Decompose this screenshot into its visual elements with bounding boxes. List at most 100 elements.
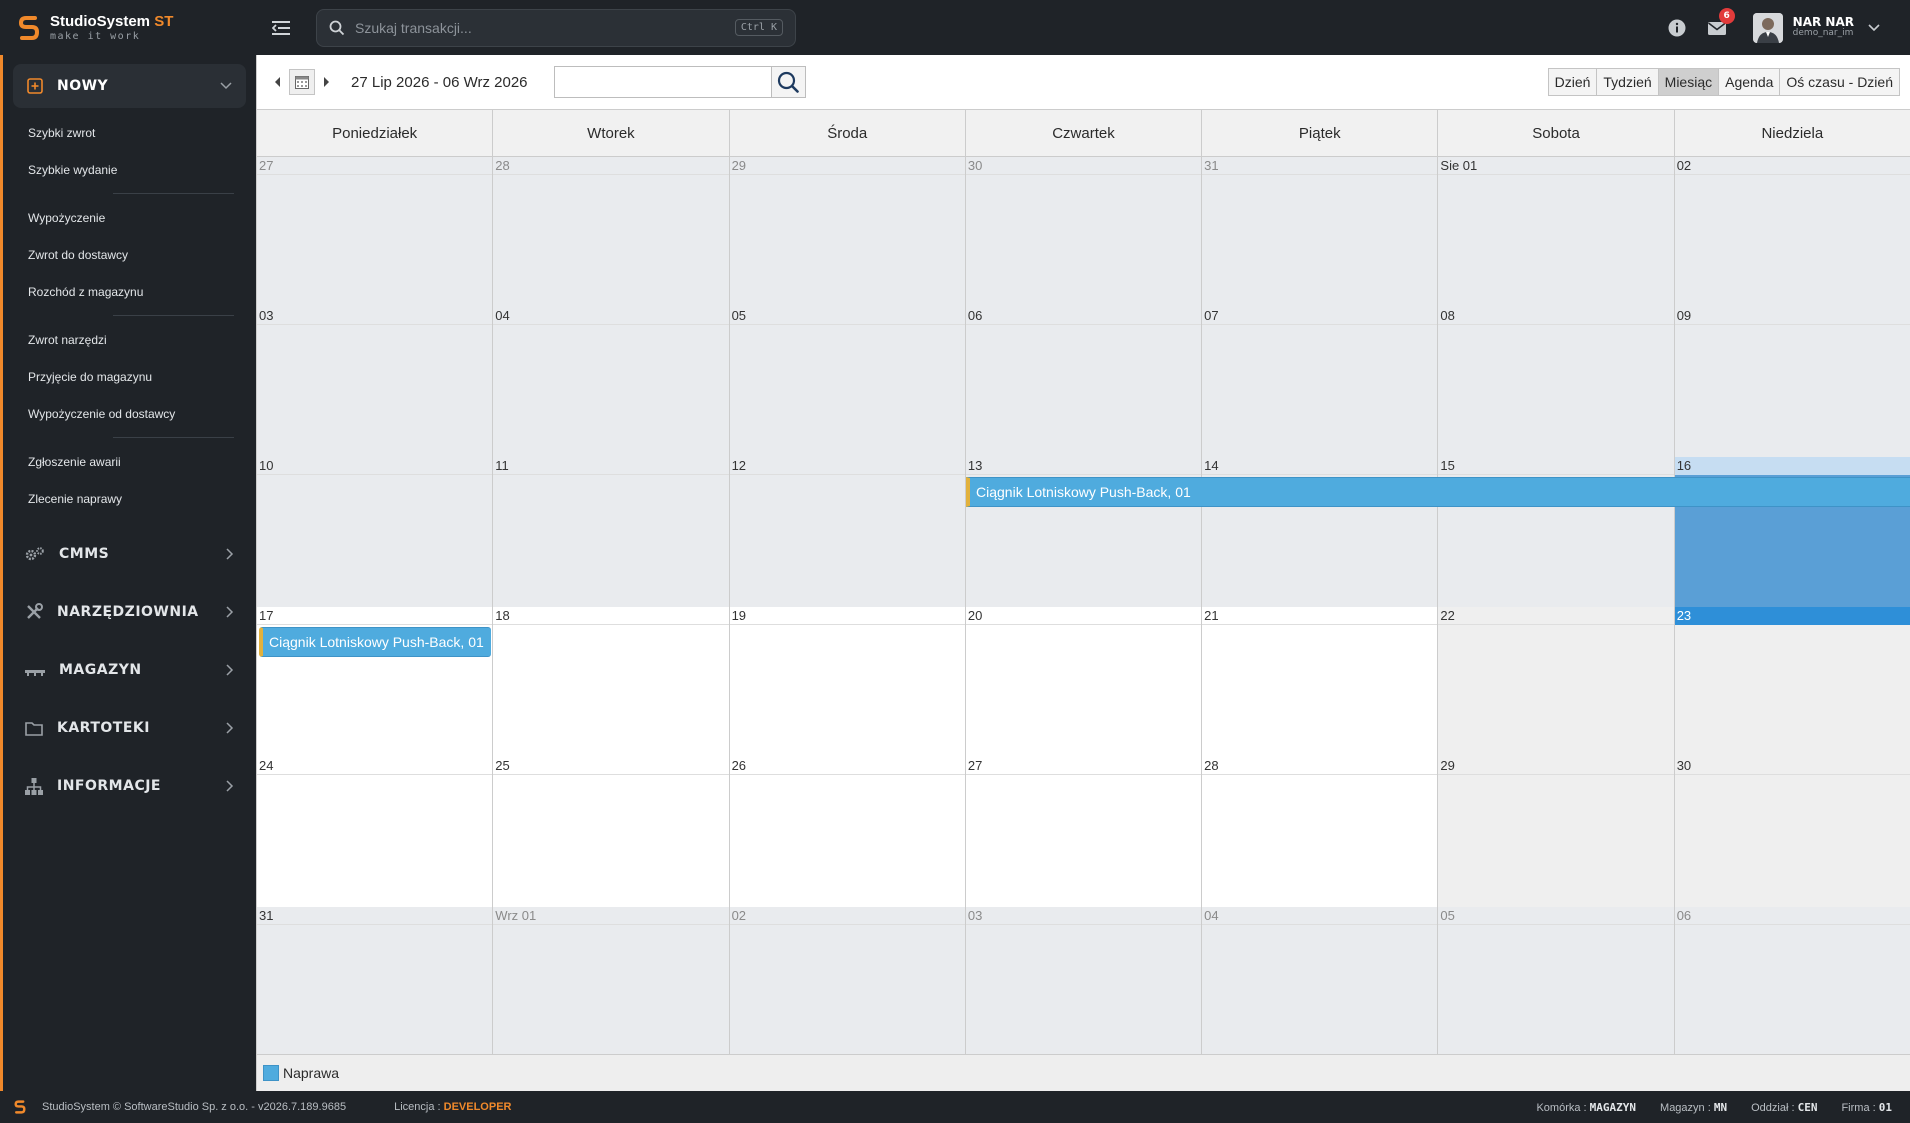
firma-value: 01 [1878, 1100, 1892, 1114]
komorka-value: MAGAZYN [1589, 1100, 1637, 1114]
day-cell[interactable]: 02 [1674, 157, 1910, 307]
day-number: 27 [257, 157, 493, 175]
day-cell[interactable]: 18 [493, 607, 730, 757]
view-timeline-day-button[interactable]: Oś czasu - Dzień [1779, 68, 1900, 96]
gears-icon [25, 547, 44, 561]
sidebar-item-szybkie-wydanie[interactable]: Szybkie wydanie [3, 151, 256, 188]
sidebar-item-wypozyczenie[interactable]: Wypożyczenie [3, 199, 256, 236]
day-number: 03 [965, 907, 1202, 925]
day-cell[interactable]: 22 [1438, 607, 1675, 757]
day-cell[interactable]: 26 [729, 757, 966, 907]
day-cell[interactable]: 12 [729, 457, 966, 607]
day-cell[interactable]: 27 [965, 757, 1203, 907]
previous-period-button[interactable] [267, 69, 289, 95]
view-day-button[interactable]: Dzień [1547, 68, 1598, 96]
sidebar-section-label: NOWY [57, 78, 109, 94]
week-row: 31 Wrz 01 02 03 04 05 06 [257, 907, 1910, 1057]
sidebar-item-narzedziownia[interactable]: NARZĘDZIOWNIA [3, 583, 256, 641]
day-number: 02 [1674, 157, 1910, 175]
day-number: 28 [1202, 757, 1438, 775]
magazyn-label: Magazyn : [1660, 1101, 1711, 1114]
day-cell[interactable]: 09 [1674, 307, 1910, 457]
info-icon [1668, 19, 1686, 36]
legend-swatch [263, 1065, 279, 1081]
sidebar-item-cmms[interactable]: CMMS [3, 525, 256, 583]
view-agenda-button[interactable]: Agenda [1718, 68, 1781, 96]
day-cell[interactable]: 28 [1202, 757, 1439, 907]
day-cell[interactable]: 29 [1438, 757, 1675, 907]
calendar-event[interactable]: Ciągnik Lotniskowy Push-Back, 01 [259, 627, 491, 657]
sidebar-item-label: CMMS [59, 546, 110, 562]
view-week-button[interactable]: Tydzień [1596, 68, 1659, 96]
transaction-search-input[interactable] [355, 19, 735, 36]
day-cell[interactable]: 04 [493, 307, 730, 457]
day-cell[interactable]: 02 [729, 907, 966, 1057]
weekday-header-cell: Niedziela [1675, 110, 1910, 156]
day-cell[interactable]: 05 [729, 307, 966, 457]
calendar-search-input[interactable] [553, 66, 772, 98]
sidebar-item-magazyn[interactable]: MAGAZYN [3, 641, 256, 699]
calendar-panel: 27 Lip 2026 - 06 Wrz 2026 Dzień Tydzień … [256, 55, 1910, 1091]
day-cell[interactable]: 06 [965, 307, 1203, 457]
day-cell[interactable]: 25 [493, 757, 730, 907]
sidebar-item-informacje[interactable]: INFORMACJE [3, 757, 256, 815]
footer-oddzial: Oddział : CEN [1751, 1101, 1817, 1114]
week-row: 03 04 05 06 07 08 09 [257, 307, 1910, 457]
transaction-search[interactable]: Ctrl K [316, 8, 796, 47]
day-cell[interactable]: 07 [1202, 307, 1439, 457]
next-period-button[interactable] [315, 69, 337, 95]
sidebar-item-przyjecie-do-magazynu[interactable]: Przyjęcie do magazynu [3, 358, 256, 395]
day-cell[interactable]: 31 [257, 907, 494, 1057]
sidebar-section-nowy[interactable]: NOWY [13, 64, 246, 108]
magazyn-value: MN [1713, 1100, 1728, 1114]
day-cell[interactable]: 29 [729, 157, 966, 307]
day-number: 04 [493, 307, 729, 325]
calendar-event[interactable]: Ciągnik Lotniskowy Push-Back, 01 [966, 477, 1910, 507]
day-cell[interactable]: 04 [1202, 907, 1439, 1057]
sidebar-item-zlecenie-naprawy[interactable]: Zlecenie naprawy [3, 480, 256, 517]
menu-toggle-button[interactable] [266, 13, 296, 43]
day-cell[interactable]: 28 [493, 157, 730, 307]
sidebar-item-szybki-zwrot[interactable]: Szybki zwrot [3, 114, 256, 151]
day-cell-today[interactable]: 23 [1674, 607, 1910, 757]
day-cell[interactable]: 27 [257, 157, 494, 307]
sidebar-main-nav: CMMS NARZĘDZIOWNIA MAGAZYN KARTOTEKI INF… [3, 525, 256, 815]
day-cell[interactable]: 31 [1202, 157, 1439, 307]
day-cell[interactable]: 19 [729, 607, 966, 757]
chevron-right-icon [226, 606, 234, 618]
calendar-search-button[interactable] [771, 66, 806, 98]
brand-tagline: make it work [50, 30, 141, 42]
day-number: 09 [1674, 307, 1910, 325]
sidebar-divider [113, 315, 234, 316]
day-cell[interactable]: 06 [1674, 907, 1910, 1057]
user-login: demo_nar_im [1792, 28, 1854, 39]
date-picker-button[interactable] [289, 69, 315, 95]
info-button[interactable] [1663, 14, 1691, 42]
brand[interactable]: StudioSystem ST make it work [0, 14, 256, 42]
sidebar-item-zwrot-do-dostawcy[interactable]: Zwrot do dostawcy [3, 236, 256, 273]
messages-button[interactable]: 6 [1703, 7, 1735, 42]
day-cell[interactable]: 20 [965, 607, 1203, 757]
plus-square-icon [27, 78, 43, 94]
day-cell[interactable]: 08 [1438, 307, 1675, 457]
day-cell[interactable]: 05 [1438, 907, 1675, 1057]
user-menu[interactable]: NAR NAR demo_nar_im [1752, 12, 1880, 43]
day-cell[interactable]: Wrz 01 [493, 907, 730, 1057]
day-cell[interactable]: 21 [1202, 607, 1439, 757]
day-cell[interactable]: 10 [257, 457, 494, 607]
sidebar-item-rozchod-z-magazynu[interactable]: Rozchód z magazynu [3, 273, 256, 310]
view-month-button[interactable]: Miesiąc [1657, 68, 1720, 96]
day-cell[interactable]: 30 [1674, 757, 1910, 907]
day-cell[interactable]: 30 [965, 157, 1203, 307]
day-cell[interactable]: 11 [493, 457, 730, 607]
day-cell[interactable]: Sie 01 [1438, 157, 1675, 307]
footer-firma: Firma : 01 [1841, 1101, 1892, 1114]
sidebar-item-zgloszenie-awarii[interactable]: Zgłoszenie awarii [3, 443, 256, 480]
sidebar-item-zwrot-narzedzi[interactable]: Zwrot narzędzi [3, 321, 256, 358]
sidebar-item-wypozyczenie-od-dostawcy[interactable]: Wypożyczenie od dostawcy [3, 395, 256, 432]
firma-label: Firma : [1841, 1101, 1876, 1114]
sidebar-item-kartoteki[interactable]: KARTOTEKI [3, 699, 256, 757]
day-cell[interactable]: 03 [257, 307, 494, 457]
day-cell[interactable]: 03 [965, 907, 1203, 1057]
day-cell[interactable]: 24 [257, 757, 494, 907]
